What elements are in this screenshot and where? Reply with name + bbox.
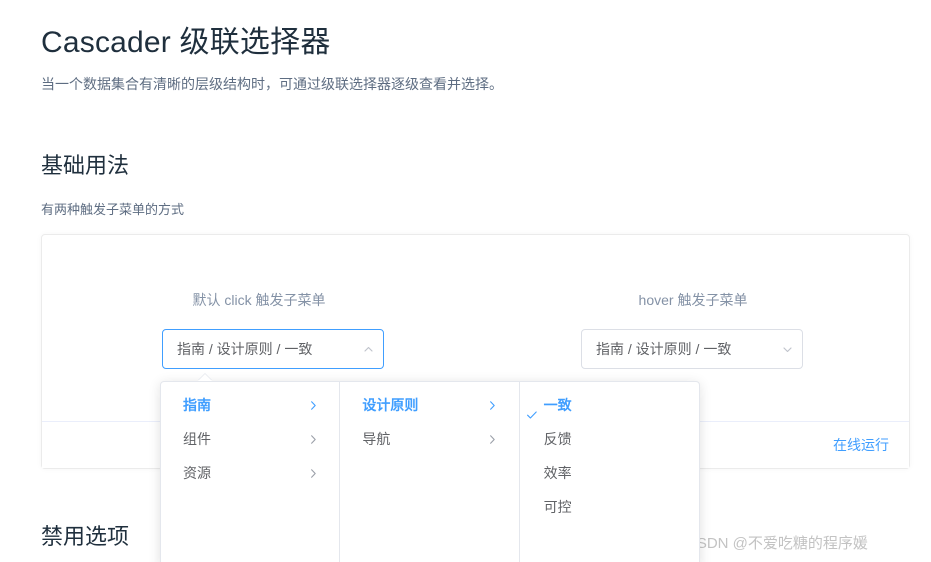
page-title: Cascader 级联选择器 — [41, 26, 331, 59]
section-title-disabled-options: 禁用选项 — [41, 524, 130, 549]
cascader-value-click: 指南 / 设计原则 / 一致 — [177, 341, 313, 357]
menu-item-label: 设计原则 — [362, 397, 419, 413]
chevron-up-icon[interactable] — [353, 329, 383, 369]
menu-item-zhinan[interactable]: 指南 — [161, 388, 339, 422]
menu-item-kekong[interactable]: 可控 — [520, 490, 699, 524]
chevron-right-icon — [307, 467, 319, 479]
check-icon — [526, 399, 538, 419]
section-title-basic-usage: 基础用法 — [41, 153, 130, 178]
menu-item-xiaolv[interactable]: 效率 — [520, 456, 699, 490]
cascader-menu-level-2: 设计原则 导航 — [340, 382, 520, 562]
cascader-menu-level-1: 指南 组件 资源 — [161, 382, 341, 562]
menu-item-label: 可控 — [543, 499, 572, 515]
menu-item-label: 导航 — [362, 431, 391, 447]
cascader-dropdown-panel: 指南 组件 资源 设计原则 导航 一致 反馈 效率 可控 — [160, 381, 700, 562]
demo-column-label-hover: hover 触发子菜单 — [638, 292, 748, 308]
chevron-right-icon — [307, 433, 319, 445]
menu-item-label: 资源 — [183, 465, 211, 481]
menu-item-daohang[interactable]: 导航 — [340, 422, 518, 456]
chevron-down-icon[interactable] — [772, 329, 802, 369]
page-description: 当一个数据集合有清晰的层级结构时，可通过级联选择器逐级查看并选择。 — [41, 76, 503, 92]
cascader-menu-level-3: 一致 反馈 效率 可控 — [520, 382, 699, 562]
menu-item-label: 效率 — [543, 465, 572, 481]
dropdown-arrow-icon — [198, 374, 212, 381]
cascader-input-click[interactable]: 指南 / 设计原则 / 一致 — [162, 329, 384, 369]
watermark: CSDN @不爱吃糖的程序媛 — [686, 535, 868, 552]
menu-item-shejiyuanze[interactable]: 设计原则 — [340, 388, 518, 422]
menu-item-ziyuan[interactable]: 资源 — [161, 456, 339, 490]
menu-item-zujian[interactable]: 组件 — [161, 422, 339, 456]
menu-item-fankui[interactable]: 反馈 — [520, 422, 699, 456]
chevron-right-icon — [487, 399, 499, 411]
menu-item-label: 一致 — [543, 397, 572, 413]
page-root: Cascader 级联选择器 当一个数据集合有清晰的层级结构时，可通过级联选择器… — [0, 0, 931, 562]
menu-item-label: 反馈 — [543, 431, 572, 447]
demo-column-label-click: 默认 click 触发子菜单 — [192, 292, 326, 308]
menu-item-label: 指南 — [183, 397, 211, 413]
cascader-value-hover: 指南 / 设计原则 / 一致 — [596, 341, 732, 357]
cascader-input-hover[interactable]: 指南 / 设计原则 / 一致 — [581, 329, 803, 369]
menu-item-label: 组件 — [183, 431, 211, 447]
chevron-right-icon — [307, 399, 319, 411]
section-description-basic-usage: 有两种触发子菜单的方式 — [41, 202, 185, 217]
menu-item-yizhi[interactable]: 一致 — [520, 388, 699, 422]
run-online-link[interactable]: 在线运行 — [833, 435, 889, 456]
chevron-right-icon — [487, 433, 499, 445]
